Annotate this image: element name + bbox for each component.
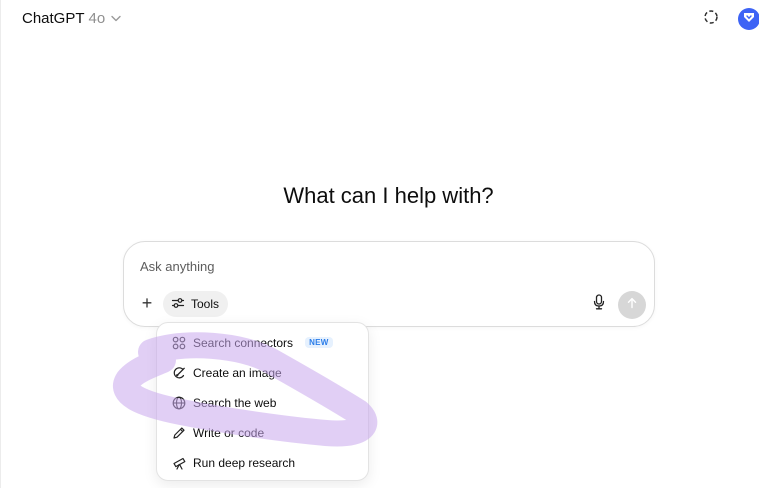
menu-item-label: Search connectors (193, 335, 294, 350)
menu-item-write-code[interactable]: Write or code (162, 419, 363, 446)
menu-item-label: Create an image (193, 365, 282, 380)
image-brush-icon (171, 365, 187, 381)
add-attachment-button[interactable]: + (137, 292, 157, 314)
menu-item-search-web[interactable]: Search the web (162, 389, 363, 416)
send-button[interactable] (618, 291, 646, 319)
model-name: ChatGPT (22, 10, 85, 27)
sliders-icon (171, 296, 185, 313)
arrow-up-icon (626, 296, 638, 314)
menu-item-search-connectors[interactable]: Search connectors NEW (162, 329, 363, 356)
dictate-button[interactable] (589, 293, 609, 315)
tools-menu: Search connectors NEW Create an image Se… (156, 322, 369, 481)
menu-item-label: Write or code (193, 425, 265, 440)
new-badge: NEW (305, 337, 333, 348)
connectors-icon (171, 335, 187, 351)
profile-avatar[interactable] (738, 8, 759, 30)
pen-icon (171, 425, 187, 441)
chevron-down-icon (111, 13, 121, 25)
dashed-circle-icon (703, 9, 719, 30)
avatar-icon (742, 10, 756, 28)
menu-item-label: Search the web (193, 395, 277, 410)
tools-label: Tools (191, 297, 220, 311)
app-window: ChatGPT 4o What can I help with? + (0, 0, 759, 488)
composer: + Tools (123, 241, 655, 327)
page-title: What can I help with? (283, 183, 494, 208)
model-version: 4o (88, 10, 106, 27)
globe-icon (171, 395, 187, 411)
model-switcher[interactable]: ChatGPT 4o (22, 10, 121, 27)
microphone-icon (593, 293, 605, 315)
prompt-input[interactable] (140, 259, 600, 274)
menu-item-label: Run deep research (193, 455, 296, 470)
tools-button[interactable]: Tools (163, 291, 229, 317)
menu-item-deep-research[interactable]: Run deep research (162, 449, 363, 476)
telescope-icon (171, 455, 187, 471)
temporary-chat-button[interactable] (701, 9, 721, 29)
menu-item-create-image[interactable]: Create an image (162, 359, 363, 386)
